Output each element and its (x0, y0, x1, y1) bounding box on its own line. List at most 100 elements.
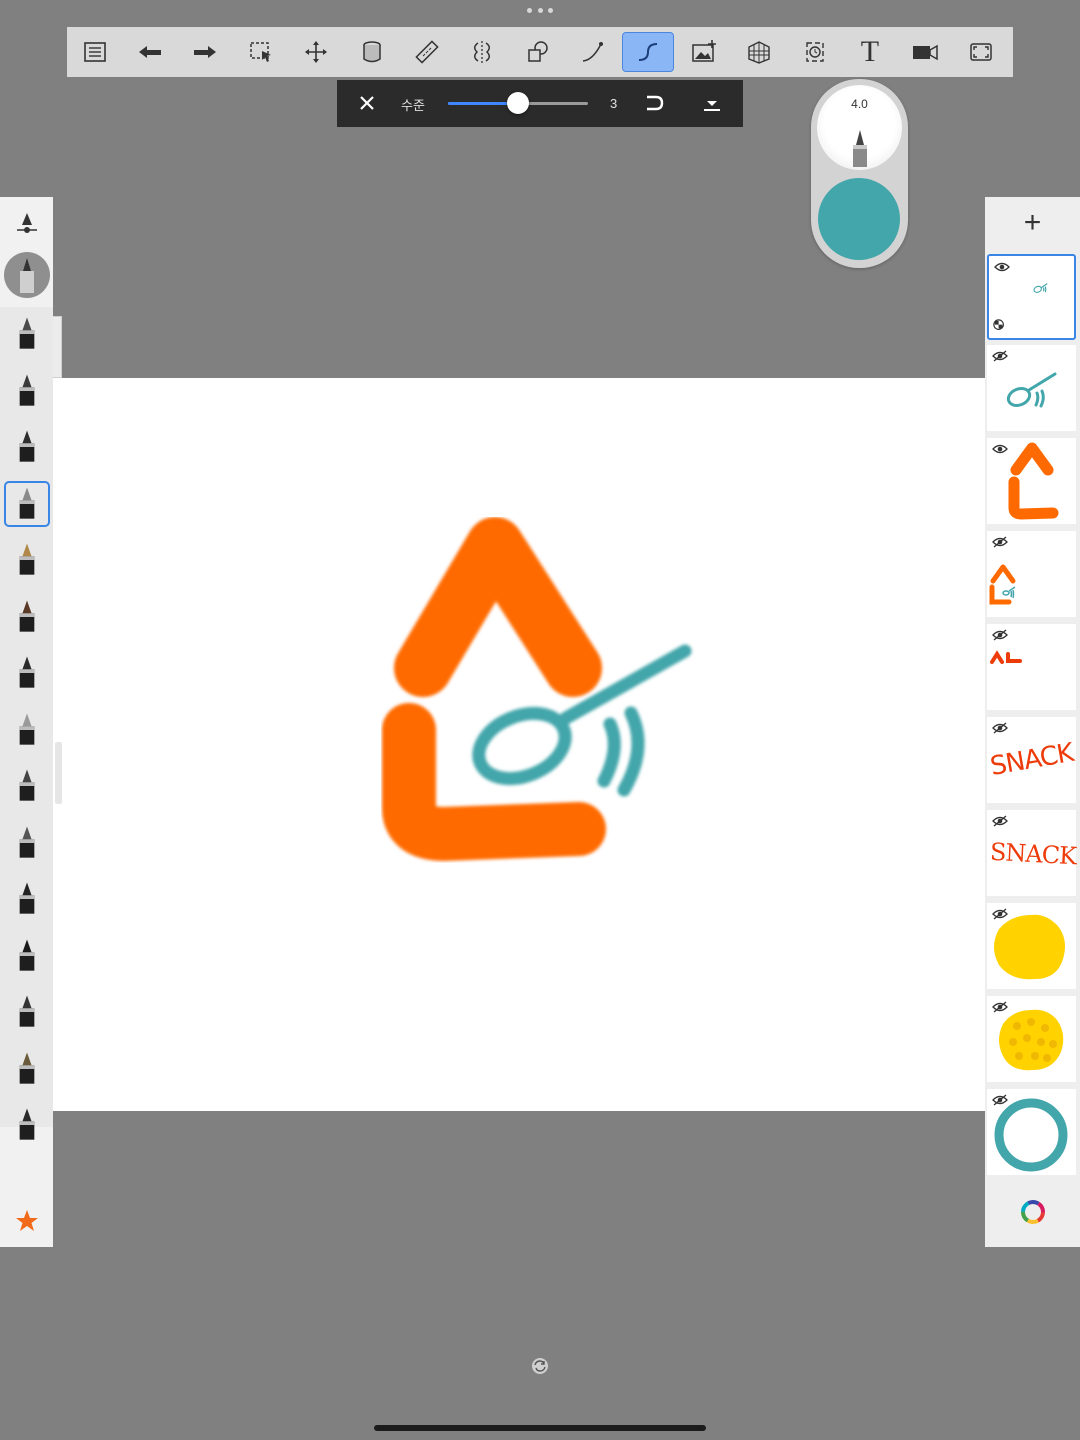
selection-icon (250, 42, 271, 62)
brush-wide-marker[interactable] (4, 820, 50, 866)
brush-puck[interactable]: 4.0 (811, 79, 908, 268)
layer-2-thumbnail (1006, 372, 1057, 408)
sync-icon[interactable] (531, 1357, 549, 1375)
stroke-predict-button[interactable] (622, 32, 675, 72)
add-image-icon (692, 40, 716, 62)
color-wheel-icon (1020, 1200, 1045, 1224)
brush-library-icon[interactable] (15, 211, 39, 239)
flat-brush-icon (19, 1108, 35, 1140)
ink-pen-icon (19, 430, 35, 462)
curve-icon (582, 42, 604, 62)
brush-ballpoint-pen[interactable] (4, 480, 50, 527)
home-indicator[interactable] (374, 1425, 706, 1431)
layers-panel: + SNACK SNACK (985, 197, 1080, 1247)
redo-button[interactable] (179, 32, 231, 72)
text-button[interactable]: T (844, 32, 896, 72)
brush-pencil[interactable] (4, 311, 50, 357)
layer-1-thumbnail (993, 283, 1048, 330)
fullscreen-icon (969, 43, 992, 61)
layer-thumbnail-2[interactable] (987, 345, 1076, 431)
brush-blender[interactable] (4, 933, 50, 979)
list-icon (83, 42, 106, 62)
brush-flat-brush[interactable] (4, 1102, 50, 1148)
list-button[interactable] (69, 32, 121, 72)
blender-icon (19, 939, 35, 971)
layer-thumbnail-5[interactable] (987, 624, 1076, 710)
brush-panel-tab[interactable] (53, 316, 62, 378)
perspective-grid-button[interactable] (733, 32, 785, 72)
brush-eraser[interactable] (4, 876, 50, 922)
brush-chisel-marker[interactable] (4, 763, 50, 809)
transform-button[interactable] (290, 32, 342, 72)
layer-8-thumbnail (994, 914, 1065, 980)
symmetry-button[interactable] (456, 32, 508, 72)
brush-fountain-pen[interactable] (4, 537, 50, 583)
drawing-canvas[interactable] (53, 378, 985, 1111)
fullscreen-button[interactable] (955, 32, 1007, 72)
ruler-button[interactable] (401, 32, 453, 72)
add-image-button[interactable] (678, 32, 730, 72)
stroke-predict-options: 수준 3 (337, 80, 743, 127)
layer-thumbnail-10[interactable] (987, 1089, 1076, 1175)
brush-marker[interactable] (4, 368, 50, 414)
video-icon (913, 44, 939, 61)
color-puck[interactable] (818, 178, 900, 260)
eraser-icon (19, 882, 35, 914)
layer-10-thumbnail (994, 1098, 1068, 1172)
wide-marker-icon (19, 826, 35, 858)
layer-thumbnail-9[interactable] (987, 996, 1076, 1082)
collapse-icon[interactable] (703, 96, 721, 112)
add-layer-button[interactable]: + (985, 197, 1080, 249)
brush-texture-brush[interactable] (4, 1046, 50, 1092)
redo-icon (194, 46, 217, 58)
shape-icon (527, 41, 548, 62)
brush-airbrush[interactable] (4, 707, 50, 753)
layer-thumbnail-3[interactable] (987, 438, 1076, 524)
selection-button[interactable] (235, 32, 287, 72)
undo-button[interactable] (124, 32, 176, 72)
ballpoint-pen-icon (20, 258, 34, 293)
brush-size-puck[interactable]: 4.0 (817, 85, 902, 170)
close-icon[interactable] (359, 95, 375, 111)
perspective-grid-icon (748, 41, 770, 64)
brush-smudge[interactable] (4, 989, 50, 1035)
fill-button[interactable] (346, 32, 398, 72)
layer-thumbnail-1[interactable] (987, 254, 1076, 340)
curve-button[interactable] (567, 32, 619, 72)
layer-thumbnail-4[interactable] (987, 531, 1076, 617)
current-brush[interactable] (4, 252, 50, 298)
level-slider-knob[interactable] (507, 92, 529, 114)
layer-6-text: SNACK (988, 737, 1076, 783)
window-handle-dots[interactable] (527, 8, 553, 16)
level-value: 3 (610, 96, 618, 111)
teal-steam-line-2 (617, 706, 645, 797)
airbrush-icon (19, 713, 35, 745)
layer-4-thumbnail (989, 564, 1016, 605)
texture-brush-icon (19, 1052, 35, 1084)
shape-button[interactable] (512, 32, 564, 72)
video-button[interactable] (899, 32, 951, 72)
star-icon[interactable] (15, 1209, 39, 1233)
timelapse-button[interactable] (789, 32, 841, 72)
hidden-eye-icon[interactable] (992, 815, 1008, 827)
layer-thumbnail-8[interactable] (987, 903, 1076, 989)
canvas-side-handle[interactable] (55, 742, 62, 804)
brush-paint-brush[interactable] (4, 594, 50, 640)
timelapse-icon (805, 42, 824, 62)
orange-roof-stroke (394, 517, 602, 697)
hidden-eye-icon[interactable] (992, 722, 1008, 734)
reset-icon[interactable] (644, 94, 664, 112)
color-wheel-button[interactable] (985, 1177, 1080, 1247)
text-icon: T (860, 35, 880, 68)
undo-icon (139, 46, 162, 58)
marker-icon (19, 374, 35, 406)
paint-brush-icon (19, 600, 35, 632)
layer-9-thumbnail (999, 1009, 1064, 1071)
layer-3-thumbnail (1008, 442, 1059, 520)
brush-ink-pen[interactable] (4, 424, 50, 470)
brush-round-brush[interactable] (4, 650, 50, 696)
layer-thumbnail-6[interactable]: SNACK (987, 717, 1076, 803)
level-slider[interactable] (448, 92, 588, 114)
layer-thumbnail-7[interactable]: SNACK (987, 810, 1077, 896)
ballpoint-pen-icon (19, 487, 35, 519)
